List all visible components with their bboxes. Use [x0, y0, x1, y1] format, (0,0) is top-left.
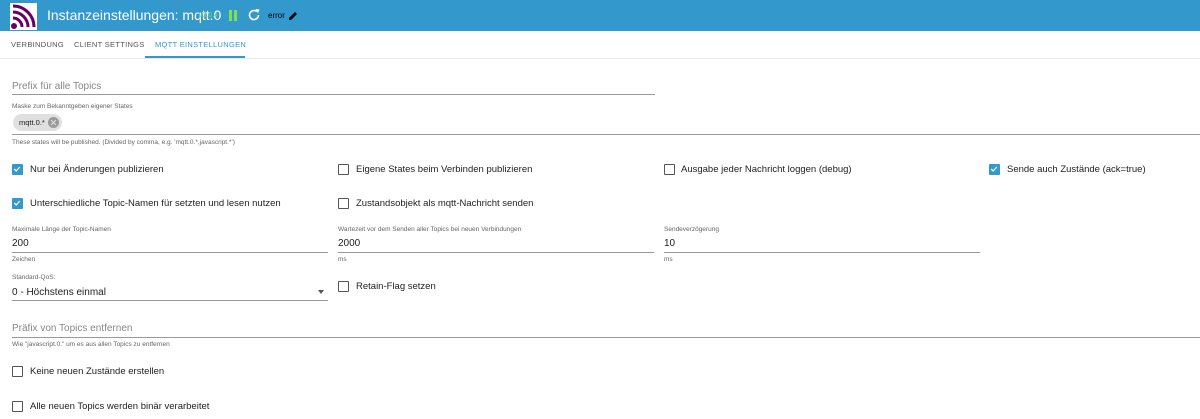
only-changes-label[interactable]: Nur bei Änderungen publizieren: [30, 164, 164, 175]
default-qos-label: Standard-QoS:: [12, 274, 56, 281]
max-topic-length-label: Maximale Länge der Topic-Namen: [12, 226, 111, 233]
remove-prefix-underline: [12, 337, 1200, 338]
binary-topics-label[interactable]: Alle neuen Topics werden binär verarbeit…: [30, 401, 209, 412]
page-title: Instanzeinstellungen: mqtt.0: [47, 7, 222, 23]
send-delay-unit: ms: [664, 256, 673, 263]
wait-time-input[interactable]: 2000: [338, 238, 360, 249]
retain-flag-label[interactable]: Retain-Flag setzen: [356, 281, 436, 292]
prefix-placeholder: Prefix für alle Topics: [12, 81, 102, 92]
tab-verbindung[interactable]: VERBINDUNG: [11, 40, 64, 49]
default-qos-underline: [12, 300, 328, 301]
tab-mqtt-einstellungen[interactable]: MQTT EINSTELLUNGEN: [155, 40, 246, 49]
log-level-label[interactable]: error: [268, 11, 285, 20]
app-header: Instanzeinstellungen: mqtt.0 v3.0.4 erro…: [0, 0, 1200, 31]
chip-delete-icon[interactable]: [48, 117, 59, 128]
tab-client-settings[interactable]: CLIENT SETTINGS: [74, 40, 145, 49]
debug-log-label[interactable]: Ausgabe jeder Nachricht loggen (debug): [681, 164, 852, 175]
state-object-as-message-label[interactable]: Zustandsobjekt als mqtt-Nachricht senden: [356, 198, 533, 209]
mask-chip-label: mqtt.0.*: [19, 118, 45, 127]
prefix-field[interactable]: Prefix für alle Topics: [12, 78, 655, 96]
pause-icon[interactable]: [229, 10, 238, 21]
mask-label: Maske zum Bekanntgeben eigener States: [12, 103, 133, 110]
checkbox-retain-flag[interactable]: [338, 281, 349, 292]
send-delay-underline: [664, 252, 980, 253]
checkbox-send-ack-true[interactable]: [989, 164, 1000, 175]
checkbox-own-states-on-connect[interactable]: [338, 164, 349, 175]
mask-help: These states will be published. (Divided…: [12, 139, 235, 146]
wait-time-underline: [338, 252, 654, 253]
send-ack-true-label[interactable]: Sende auch Zustände (ack=true): [1007, 164, 1146, 175]
send-delay-label: Sendeverzögerung: [664, 226, 719, 233]
max-topic-length-underline: [12, 252, 328, 253]
checkbox-no-new-states[interactable]: [12, 366, 23, 377]
checkbox-binary-topics[interactable]: [12, 401, 23, 412]
edit-icon[interactable]: [287, 9, 299, 21]
tabs-divider: [0, 58, 1200, 59]
max-topic-length-input[interactable]: 200: [12, 238, 29, 249]
own-states-on-connect-label[interactable]: Eigene States beim Verbinden publizieren: [356, 164, 532, 175]
different-topic-names-label[interactable]: Unterschiedliche Topic-Namen für setzten…: [30, 198, 281, 209]
wait-time-unit: ms: [338, 256, 347, 263]
dropdown-arrow-icon[interactable]: [318, 290, 324, 294]
remove-prefix-placeholder: Präfix von Topics entfernen: [12, 323, 133, 334]
tab-bar: VERBINDUNG CLIENT SETTINGS MQTT EINSTELL…: [0, 31, 1200, 59]
version-label: v3.0.4: [199, 12, 219, 19]
mqtt-logo-icon: [10, 3, 37, 30]
prefix-underline: [12, 94, 655, 95]
send-delay-input[interactable]: 10: [664, 238, 675, 249]
mask-underline[interactable]: [12, 134, 1200, 135]
checkbox-different-topic-names[interactable]: [12, 198, 23, 209]
no-new-states-label[interactable]: Keine neuen Zustände erstellen: [30, 366, 164, 377]
reload-icon[interactable]: [247, 8, 261, 22]
checkbox-state-object-as-message[interactable]: [338, 198, 349, 209]
checkbox-only-changes[interactable]: [12, 164, 23, 175]
mask-chip[interactable]: mqtt.0.*: [13, 114, 62, 131]
max-topic-length-unit: Zeichen: [12, 256, 36, 263]
checkbox-debug-log[interactable]: [664, 164, 675, 175]
remove-prefix-field[interactable]: Präfix von Topics entfernen: [12, 320, 1200, 338]
default-qos-select[interactable]: 0 - Höchstens einmal: [12, 287, 106, 298]
remove-prefix-help: Wie "javascript.0." um es aus allen Topi…: [12, 341, 170, 348]
wait-time-label: Wartezeit vor dem Senden aller Topics be…: [338, 226, 522, 233]
